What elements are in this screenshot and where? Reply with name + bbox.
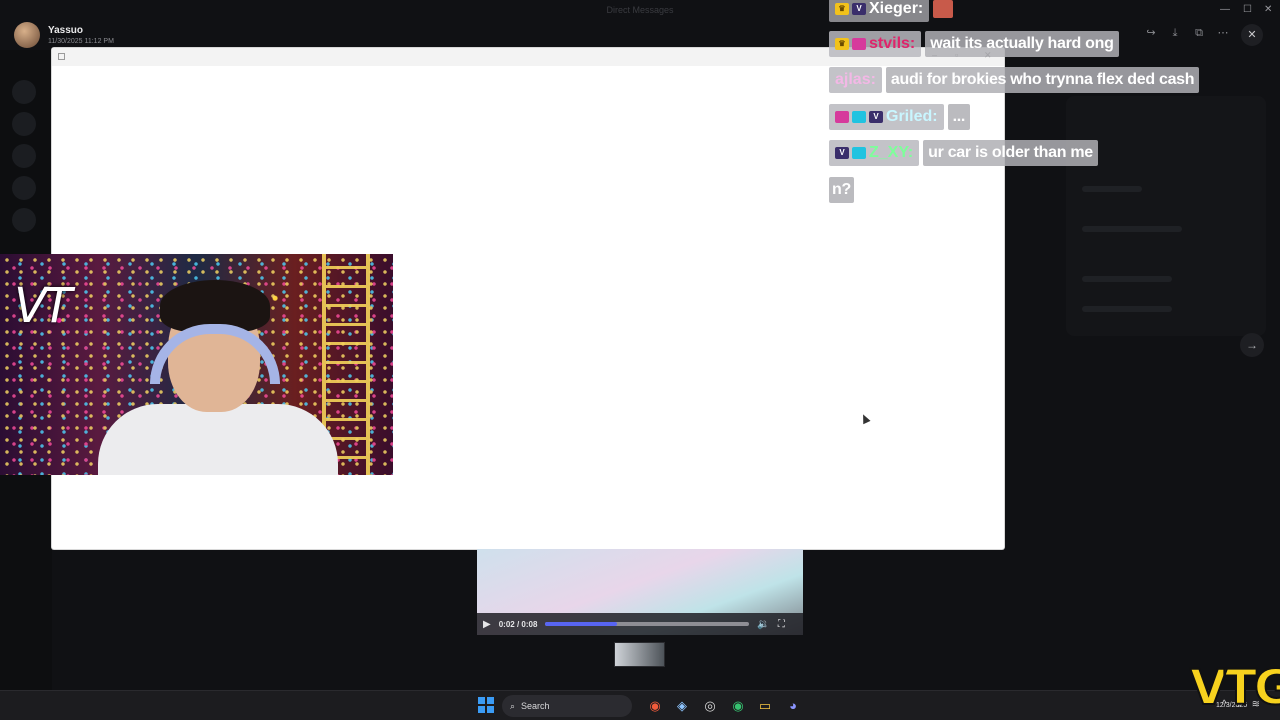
minimize-icon[interactable]: — [1220, 4, 1230, 15]
obs-icon[interactable]: ◎ [700, 696, 720, 716]
download-icon[interactable]: ⤓ [1166, 24, 1184, 42]
server-icon[interactable] [12, 112, 36, 136]
steam-icon[interactable]: ◈ [672, 696, 692, 716]
sub-badge-icon [852, 38, 866, 50]
media-thumbnail[interactable] [614, 642, 665, 667]
profile-panel [1066, 96, 1266, 336]
chat-message: V Griled: ... [829, 104, 970, 130]
crown-badge-icon: ♛ [835, 3, 849, 15]
chat-text: n? [829, 177, 854, 203]
video-controls: ▶ 0:02 / 0:08 🔉 ⛶ [477, 613, 803, 635]
close-viewer-button[interactable]: ✕ [1241, 24, 1263, 46]
author-name[interactable]: Yassuo [48, 25, 114, 36]
gift-badge-icon [852, 111, 866, 123]
window-close-icon[interactable]: ✕ [1264, 4, 1272, 15]
volume-icon[interactable]: 🔉 [757, 619, 769, 630]
maximize-icon[interactable]: ☐ [1243, 4, 1252, 15]
streamer [98, 274, 338, 475]
chat-message: ajlas: audi for brokies who trynna flex … [829, 67, 1200, 93]
chat-username: Z_XY: [869, 144, 914, 161]
search-label: Search [521, 701, 550, 711]
window-title: Direct Messages [606, 5, 674, 15]
avatar[interactable] [14, 22, 40, 48]
chat-username: ajlas: [835, 71, 876, 88]
chat-text: ... [947, 104, 970, 130]
fullscreen-icon[interactable]: ⛶ [778, 619, 785, 630]
taskbar-search[interactable]: ⌕ Search [502, 695, 632, 717]
chat-text: audi for brokies who trynna flex ded cas… [885, 67, 1200, 93]
webcam-logo: VT [14, 278, 72, 334]
video-time: 0:02 / 0:08 [498, 619, 538, 629]
chrome-icon[interactable]: ◉ [645, 696, 665, 716]
channel-watermark: VTG [1189, 659, 1280, 717]
chat-text: wait its actually hard ong [925, 31, 1119, 57]
chrome-profile-icon[interactable]: ◉ [728, 696, 748, 716]
seek-progress [545, 622, 617, 626]
more-icon[interactable]: ⋯ [1214, 24, 1232, 42]
emote-icon [933, 0, 954, 18]
start-menu-icon[interactable] [478, 697, 494, 713]
chat-username: Xieger: [869, 0, 924, 17]
webcam-overlay: VT [0, 254, 393, 475]
message-author: Yassuo 11/30/2025 11:12 PM [14, 22, 114, 48]
video-player[interactable]: ▶ 0:02 / 0:08 🔉 ⛶ [477, 549, 803, 635]
vtg-badge-icon: V [852, 3, 866, 15]
chat-text: ur car is older than me [923, 140, 1098, 166]
open-external-icon[interactable]: ⧉ [1190, 24, 1208, 42]
file-explorer-icon[interactable]: ▭ [755, 696, 775, 716]
vtg-badge-icon: V [869, 111, 883, 123]
sub-badge-icon [835, 111, 849, 123]
server-icon[interactable] [12, 80, 36, 104]
chat-message: n? [829, 177, 854, 203]
chat-message: ♛ stvils: wait its actually hard ong [829, 31, 1119, 57]
server-icon[interactable] [12, 144, 36, 168]
chat-username: Griled: [886, 108, 938, 125]
gift-badge-icon [852, 147, 866, 159]
server-icon[interactable] [12, 208, 36, 232]
crown-badge-icon: ♛ [835, 38, 849, 50]
media-viewer-toolbar: ↪ ⤓ ⧉ ⋯ [1142, 24, 1232, 42]
server-icon[interactable] [12, 176, 36, 200]
chat-message: V Z_XY: ur car is older than me [829, 140, 1098, 166]
seek-bar[interactable] [545, 622, 750, 626]
discord-icon[interactable]: ◕ [783, 696, 803, 716]
chat-username: stvils: [869, 35, 916, 52]
message-timestamp: 11/30/2025 11:12 PM [48, 38, 114, 45]
search-icon: ⌕ [510, 700, 516, 711]
taskbar: ⌕ Search ◉ ◈ ◎ ◉ ▭ ◕ ^ ♪ ≋ [0, 690, 1280, 720]
chat-message: ♛ V Xieger: [829, 0, 954, 22]
forward-icon[interactable]: ↪ [1142, 24, 1160, 42]
play-icon[interactable]: ▶ [483, 619, 491, 630]
vtg-badge-icon: V [835, 147, 849, 159]
next-media-button[interactable]: → [1240, 333, 1264, 357]
page-icon [58, 53, 65, 60]
